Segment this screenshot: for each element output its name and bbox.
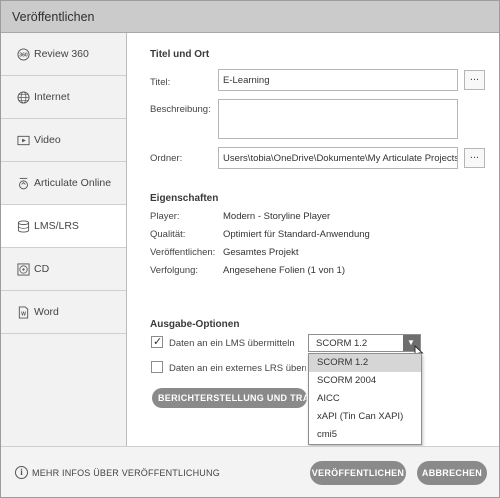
lrs-checkbox-label: Daten an ein externes LRS übermitteln [169,363,306,374]
publish-scope-label: Veröffentlichen: [150,247,216,258]
reporting-tracking-button[interactable]: BERICHTERSTELLUNG UND TRACKING [152,388,307,408]
info-icon[interactable]: i [15,466,28,479]
section-output-options: Ausgabe-Optionen [150,319,240,330]
window-title: Veröffentlichen [12,10,95,24]
sidebar: 360 Review 360 Internet Video Articulate… [1,33,127,446]
sidebar-item-internet[interactable]: Internet [1,76,126,119]
section-properties: Eigenschaften [150,193,219,204]
lrs-checkbox[interactable] [151,361,163,373]
lms-standard-select[interactable]: SCORM 1.2 ▼ [308,334,421,352]
dropdown-option-xapi[interactable]: xAPI (Tin Can XAPI) [309,408,421,426]
tracking-value[interactable]: Angesehene Folien (1 von 1) [223,265,345,276]
lms-checkbox[interactable]: ✓ [151,336,163,348]
folder-label: Ordner: [150,153,183,164]
sidebar-item-label: Video [34,134,61,146]
sidebar-item-review-360[interactable]: 360 Review 360 [1,33,126,76]
tracking-label: Verfolgung: [150,265,199,276]
publish-button[interactable]: VERÖFFENTLICHEN [310,461,406,485]
sidebar-item-video[interactable]: Video [1,119,126,162]
sidebar-item-label: CD [34,263,50,275]
sidebar-item-word[interactable]: W Word [1,291,126,334]
lms-standard-dropdown-list: SCORM 1.2 SCORM 2004 AICC xAPI (Tin Can … [308,353,422,445]
sidebar-item-label: Articulate Online [34,177,112,189]
section-title-and-location: Titel und Ort [150,49,210,60]
description-input[interactable] [218,99,458,139]
sidebar-item-cd[interactable]: CD [1,248,126,291]
title-browse-button[interactable]: ... [464,70,485,90]
lms-checkbox-label: Daten an ein LMS übermitteln [169,338,295,349]
content-panel: Titel und Ort Titel: E-Learning ... Besc… [127,33,499,446]
dropdown-option-scorm-1-2[interactable]: SCORM 1.2 [309,354,421,372]
upload-icon [19,177,28,190]
sidebar-item-articulate-online[interactable]: Articulate Online [1,162,126,205]
sidebar-item-label: Word [34,306,59,318]
cancel-button[interactable]: ABBRECHEN [417,461,487,485]
folder-input[interactable]: Users\tobia\OneDrive\Dokumente\My Articu… [218,147,458,169]
player-label: Player: [150,211,180,222]
player-value[interactable]: Modern - Storyline Player [223,211,330,222]
word-document-icon: W [18,306,29,319]
sidebar-item-label: LMS/LRS [34,220,79,232]
sidebar-item-label: Review 360 [34,48,89,60]
dropdown-option-scorm-2004[interactable]: SCORM 2004 [309,372,421,390]
title-input[interactable]: E-Learning [218,69,458,91]
footer: i MEHR INFOS ÜBER VERÖFFENTLICHUNG VERÖF… [1,446,499,497]
video-icon [17,135,30,146]
dropdown-option-cmi5[interactable]: cmi5 [309,426,421,444]
cd-icon [17,263,30,276]
svg-text:W: W [21,311,26,317]
check-icon: ✓ [153,336,163,348]
title-bar: Veröffentlichen [1,1,499,33]
dropdown-option-aicc[interactable]: AICC [309,390,421,408]
svg-text:360: 360 [19,53,28,59]
sidebar-item-lms-lrs[interactable]: LMS/LRS [1,205,126,248]
review-360-icon: 360 [17,48,30,61]
globe-icon [17,91,30,104]
description-label: Beschreibung: [150,104,211,115]
more-info-link[interactable]: MEHR INFOS ÜBER VERÖFFENTLICHUNG [32,468,220,478]
database-icon [17,220,30,233]
title-label: Titel: [150,77,171,88]
sidebar-item-label: Internet [34,91,70,103]
publish-dialog: Veröffentlichen 360 Review 360 Internet [0,0,500,498]
quality-value[interactable]: Optimiert für Standard-Anwendung [223,229,370,240]
quality-label: Qualität: [150,229,186,240]
publish-scope-value[interactable]: Gesamtes Projekt [223,247,299,258]
folder-browse-button[interactable]: ... [464,148,485,168]
lms-standard-selected-value: SCORM 1.2 [316,338,368,349]
